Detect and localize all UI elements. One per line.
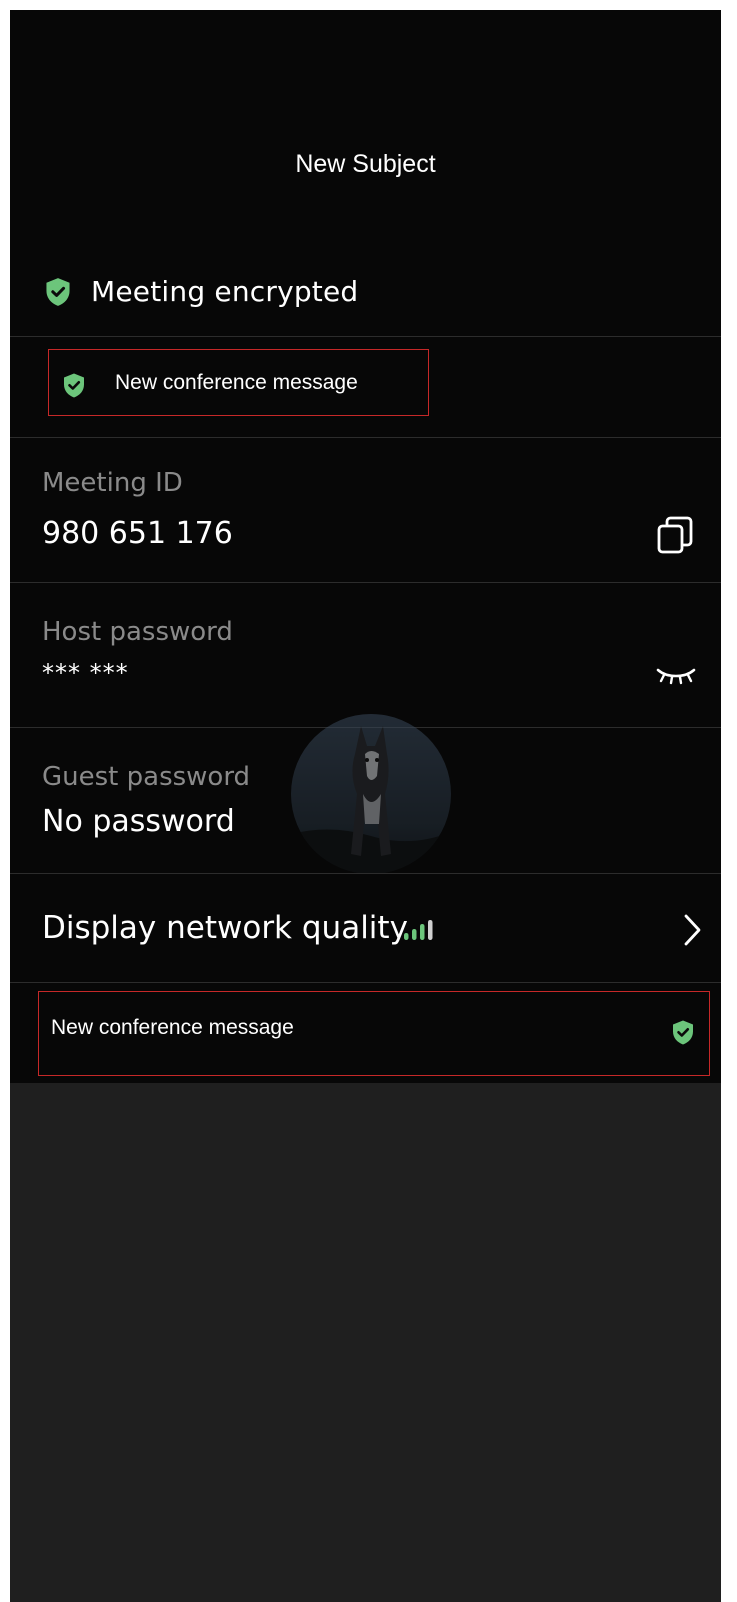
signal-bars-icon: [404, 920, 433, 940]
guest-password-label: Guest password: [42, 762, 251, 792]
meeting-info-screen: New Subject Meeting encrypted New confer…: [10, 10, 721, 1602]
chevron-right-icon[interactable]: [682, 913, 704, 947]
meeting-id-value: 980 651 176: [42, 516, 233, 551]
copy-icon[interactable]: [655, 515, 695, 555]
divider: [10, 336, 721, 337]
divider: [10, 873, 721, 874]
divider: [10, 982, 721, 983]
page-title: New Subject: [295, 150, 436, 178]
meeting-info-sheet: New Subject Meeting encrypted New confer…: [10, 10, 721, 1083]
conference-message-text: New conference message: [51, 1016, 294, 1039]
host-password-label: Host password: [42, 617, 233, 647]
conference-message-text: New conference message: [115, 371, 358, 394]
divider: [10, 437, 721, 438]
shield-check-icon: [673, 1020, 693, 1045]
host-password-value: *** ***: [42, 659, 129, 687]
eye-closed-icon[interactable]: [655, 664, 697, 688]
avatar: [291, 714, 451, 874]
shield-check-icon: [64, 373, 84, 398]
shield-check-icon: [46, 278, 70, 306]
network-quality-label[interactable]: Display network quality: [42, 910, 408, 946]
divider: [10, 582, 721, 583]
meeting-id-label: Meeting ID: [42, 468, 183, 498]
guest-password-value: No password: [42, 804, 235, 839]
encryption-label: Meeting encrypted: [91, 275, 359, 308]
